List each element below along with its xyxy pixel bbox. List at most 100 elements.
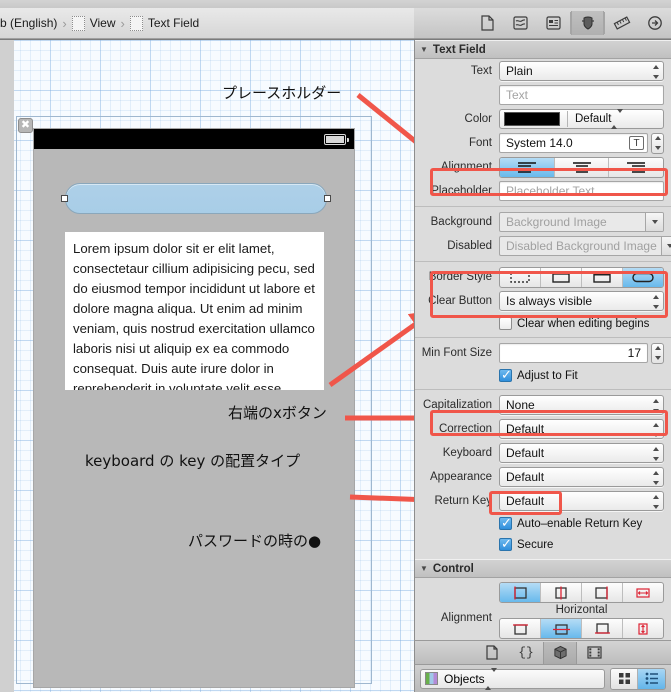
file-template-library-icon[interactable] xyxy=(475,642,509,664)
clear-button-popup[interactable]: Is always visible xyxy=(499,291,664,311)
appearance-popup[interactable]: Default xyxy=(499,467,664,487)
halign-center-icon[interactable] xyxy=(541,583,582,602)
chevron-down-icon[interactable] xyxy=(660,237,671,255)
section-header-text-field[interactable]: ▼ Text Field xyxy=(415,40,671,59)
capitalization-popup[interactable]: None xyxy=(499,395,664,415)
grid-view-icon[interactable] xyxy=(611,668,638,689)
divider xyxy=(415,337,671,338)
horizontal-alignment-segmented[interactable] xyxy=(499,582,664,603)
capitalization-value: None xyxy=(506,398,535,412)
section-header-control[interactable]: ▼ Control xyxy=(415,559,671,578)
valign-middle-icon[interactable] xyxy=(541,619,582,638)
correction-popup[interactable]: Default xyxy=(499,419,664,439)
label-correction: Correction xyxy=(438,423,492,435)
border-style-segmented[interactable] xyxy=(499,266,664,288)
connections-inspector-icon[interactable] xyxy=(638,11,671,35)
clear-when-editing-checkbox[interactable] xyxy=(499,317,512,330)
code-snippet-library-icon[interactable]: {} xyxy=(509,642,543,664)
disabled-background-combo[interactable]: Disabled Background Image xyxy=(499,236,671,256)
row-min-font-size: Min Font Size 17 xyxy=(415,341,671,365)
halign-fill-icon[interactable] xyxy=(623,583,663,602)
divider xyxy=(567,111,568,127)
halign-right-icon[interactable] xyxy=(582,583,623,602)
align-left-icon[interactable] xyxy=(500,157,555,177)
selected-text-field[interactable] xyxy=(65,183,327,214)
divider xyxy=(415,389,671,390)
chevron-down-icon[interactable] xyxy=(645,213,663,231)
auto-enable-return-checkbox[interactable] xyxy=(499,515,512,531)
font-value: System 14.0 xyxy=(506,136,573,150)
design-canvas[interactable]: ✖ Lorem ipsum dolor sit er elit lamet, c… xyxy=(0,40,414,692)
min-font-size-stepper[interactable] xyxy=(651,342,664,364)
close-icon[interactable]: ✖ xyxy=(18,118,33,133)
attributes-inspector-icon[interactable] xyxy=(571,11,604,35)
font-size-stepper[interactable] xyxy=(651,132,664,154)
row-clear-when-editing: Clear when editing begins xyxy=(415,313,671,334)
text-style-value: Plain xyxy=(506,64,533,78)
row-return-key: Return Key Default xyxy=(415,489,671,513)
library-filter-popup[interactable]: Objects xyxy=(420,667,605,690)
border-none-icon[interactable] xyxy=(500,267,541,287)
list-view-icon[interactable] xyxy=(638,668,665,689)
disclosure-triangle-icon[interactable]: ▼ xyxy=(420,45,428,54)
placeholder-input[interactable]: Placeholder Text xyxy=(499,181,664,201)
adjust-to-fit-checkbox[interactable] xyxy=(499,367,512,383)
object-library-icon[interactable] xyxy=(543,641,577,664)
border-line-icon[interactable] xyxy=(541,267,582,287)
valign-fill-icon[interactable] xyxy=(623,619,663,638)
border-rounded-rect-icon[interactable] xyxy=(623,267,663,287)
align-center-icon[interactable] xyxy=(555,157,610,177)
breadcrumb-item-0[interactable]: b (English) xyxy=(0,16,57,30)
library-tab-bar[interactable]: {} xyxy=(414,640,671,664)
color-value: Default xyxy=(575,113,612,125)
resize-handle-right[interactable] xyxy=(324,195,331,202)
row-keyboard: Keyboard Default xyxy=(415,441,671,465)
canvas-left-gutter xyxy=(0,40,14,692)
row-clear-button: Clear Button Is always visible xyxy=(415,289,671,313)
clear-when-editing-label: Clear when editing begins xyxy=(517,317,650,330)
breadcrumb-item-2[interactable]: Text Field xyxy=(129,15,199,31)
quick-help-icon[interactable] xyxy=(504,11,537,35)
text-content-input[interactable]: Text xyxy=(499,85,664,105)
vertical-alignment-segmented[interactable] xyxy=(499,618,664,639)
library-view-toggle[interactable] xyxy=(610,667,666,690)
annotation-secure: パスワードの時の● xyxy=(188,532,322,550)
label-font: Font xyxy=(468,137,492,149)
file-inspector-icon[interactable] xyxy=(471,11,504,35)
row-capitalization: Capitalization None xyxy=(415,393,671,417)
halign-left-icon[interactable] xyxy=(500,583,541,602)
text-alignment-segmented[interactable] xyxy=(499,156,664,178)
valign-bottom-icon[interactable] xyxy=(582,619,623,638)
label-clear-button: Clear Button xyxy=(428,295,492,307)
media-library-icon[interactable] xyxy=(577,642,611,664)
background-image-combo[interactable]: Background Image xyxy=(499,212,664,232)
label-border-style: Border Style xyxy=(428,271,492,283)
valign-top-icon[interactable] xyxy=(500,619,541,638)
section-title-text-field: Text Field xyxy=(432,43,486,56)
secure-checkbox[interactable] xyxy=(499,536,512,552)
resize-handle-left[interactable] xyxy=(61,195,68,202)
font-picker-icon[interactable]: T xyxy=(629,136,644,150)
label-text: Text xyxy=(470,65,492,77)
chevron-updown-icon xyxy=(484,667,497,690)
font-input[interactable]: System 14.0 T xyxy=(499,133,648,153)
min-font-size-input[interactable]: 17 xyxy=(499,343,648,363)
battery-icon xyxy=(324,134,349,145)
row-appearance: Appearance Default xyxy=(415,465,671,489)
color-swatch[interactable] xyxy=(504,112,560,126)
jump-bar[interactable]: b (English) › View › Text Field xyxy=(0,8,414,39)
align-right-icon[interactable] xyxy=(609,158,663,177)
disclosure-triangle-icon[interactable]: ▼ xyxy=(420,564,428,573)
color-well[interactable]: Default xyxy=(499,109,664,129)
breadcrumb-item-1[interactable]: View xyxy=(71,15,116,31)
attributes-inspector[interactable]: ▼ Text Field Text Plain Text Color Defau… xyxy=(414,40,671,652)
border-bezel-icon[interactable] xyxy=(582,267,623,287)
library-filter-value: Objects xyxy=(444,671,485,686)
return-key-popup[interactable]: Default xyxy=(499,491,664,511)
row-alignment: Alignment xyxy=(415,155,671,179)
identity-inspector-icon[interactable] xyxy=(537,11,570,35)
keyboard-popup[interactable]: Default xyxy=(499,443,664,463)
return-key-value: Default xyxy=(506,494,545,508)
size-inspector-icon[interactable] xyxy=(605,11,638,35)
text-style-popup[interactable]: Plain xyxy=(499,61,664,81)
